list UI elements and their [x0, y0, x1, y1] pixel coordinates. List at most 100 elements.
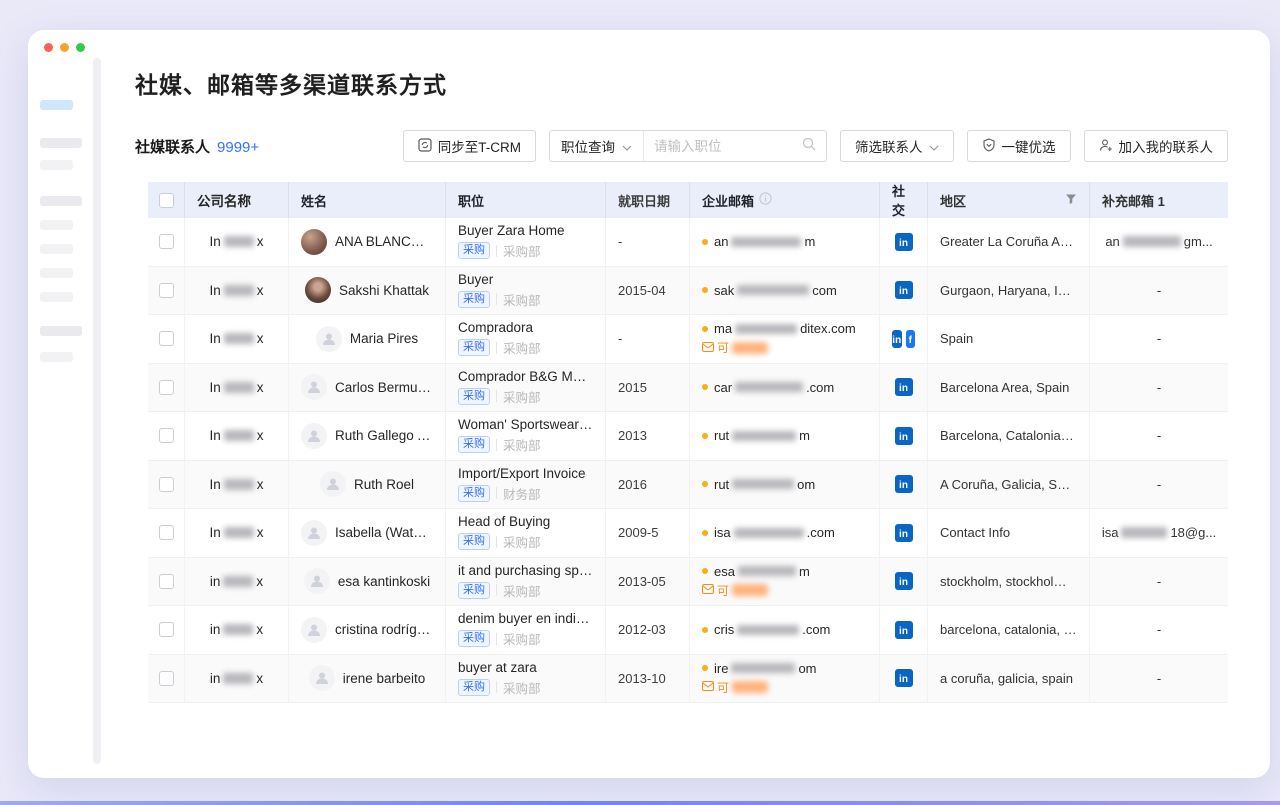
department-label: 采购部 — [503, 387, 541, 406]
tag-divider — [496, 633, 497, 645]
table-header: 公司名称 姓名 职位 就职日期 企业邮箱 社交 地区 补充邮箱 1 — [148, 182, 1228, 218]
facebook-icon[interactable]: f — [906, 330, 916, 348]
row-checkbox[interactable] — [159, 525, 174, 540]
hire-date-cell: - — [606, 315, 690, 363]
row-checkbox[interactable] — [159, 234, 174, 249]
contact-name[interactable]: Isabella (Watson) L... — [335, 525, 433, 540]
contacts-table: 公司名称 姓名 职位 就职日期 企业邮箱 社交 地区 补充邮箱 1 Inx — [148, 182, 1228, 703]
tag-divider — [496, 390, 497, 402]
extra-email-cell: angm... — [1090, 218, 1228, 266]
sidebar-skeleton-bar — [40, 244, 73, 254]
email-cell: isa.com — [690, 509, 880, 557]
column-header-name: 姓名 — [289, 182, 446, 218]
row-checkbox[interactable] — [159, 283, 174, 298]
row-checkbox[interactable] — [159, 380, 174, 395]
info-icon[interactable] — [759, 192, 772, 208]
position-title: Compradora — [458, 320, 593, 335]
contact-name[interactable]: Sakshi Khattak — [339, 283, 429, 298]
region-cell: Greater La Coruña Area — [928, 218, 1090, 266]
linkedin-icon[interactable]: in — [895, 621, 913, 639]
one-click-optimize-button[interactable]: 一键优选 — [967, 130, 1071, 162]
name-cell: Ruth Roel — [289, 461, 446, 509]
region-cell: Spain — [928, 315, 1090, 363]
department-label: 采购部 — [503, 678, 541, 697]
tag-divider — [496, 342, 497, 354]
email-cell: rutom — [690, 461, 880, 509]
name-cell: irene barbeito — [289, 655, 446, 703]
redacted-text — [732, 479, 794, 489]
email-cell: ireom 可 — [690, 655, 880, 703]
select-all-checkbox[interactable] — [159, 193, 174, 208]
filter-contacts-button[interactable]: 筛选联系人 — [840, 130, 954, 162]
linkedin-icon[interactable]: in — [895, 475, 913, 493]
email-status-dot — [702, 384, 708, 390]
app-window: 社媒、邮箱等多渠道联系方式 社媒联系人 9999+ 同步至T-CRM 职位查询 — [28, 30, 1270, 778]
contact-name[interactable]: esa kantinkoski — [338, 574, 430, 589]
email-cell: anm — [690, 218, 880, 266]
sync-to-crm-button[interactable]: 同步至T-CRM — [403, 130, 536, 162]
table-row: Inx Ruth Roel Import/Export Invoice 采购 财… — [148, 461, 1228, 510]
social-cell: in — [880, 655, 928, 703]
linkedin-icon[interactable]: in — [895, 572, 913, 590]
close-window-icon[interactable] — [44, 43, 53, 52]
name-cell: Ruth Gallego Agulló — [289, 412, 446, 460]
extra-email-cell: - — [1090, 412, 1228, 460]
email-status-dot — [702, 287, 708, 293]
extra-email-cell: - — [1090, 267, 1228, 315]
position-search-input[interactable] — [654, 139, 796, 154]
contact-name[interactable]: Carlos Bermudo Cr... — [335, 380, 433, 395]
filter-funnel-icon[interactable] — [1065, 193, 1077, 208]
position-title: denim buyer en inditex — [458, 611, 593, 626]
linkedin-icon[interactable]: in — [895, 669, 913, 687]
email-cell: car.com — [690, 364, 880, 412]
social-cell: in — [880, 509, 928, 557]
avatar — [316, 326, 342, 352]
position-cell: Head of Buying 采购 采购部 — [446, 509, 606, 557]
redacted-text — [734, 528, 804, 538]
email-cell: esam 可 — [690, 558, 880, 606]
row-checkbox[interactable] — [159, 477, 174, 492]
linkedin-icon[interactable]: in — [895, 378, 913, 396]
row-checkbox[interactable] — [159, 331, 174, 346]
position-title: Woman' Sportswear Bu... — [458, 417, 593, 432]
maximize-window-icon[interactable] — [76, 43, 85, 52]
row-checkbox[interactable] — [159, 671, 174, 686]
email-status-dot — [702, 568, 708, 574]
purchase-tag: 采购 — [458, 436, 490, 453]
contact-name[interactable]: Ruth Roel — [354, 477, 414, 492]
position-query-dropdown[interactable]: 职位查询 — [550, 131, 644, 161]
company-cell: inx — [185, 558, 289, 606]
department-label: 财务部 — [503, 484, 541, 503]
email-status-dot — [702, 433, 708, 439]
deliverable-badge: 可 — [702, 679, 867, 696]
table-row: Inx ANA BLANCO REY Buyer Zara Home 采购 采购… — [148, 218, 1228, 267]
company-cell: Inx — [185, 218, 289, 266]
position-cell: Comprador B&G Massi... 采购 采购部 — [446, 364, 606, 412]
search-icon[interactable] — [802, 137, 816, 156]
linkedin-icon[interactable]: in — [895, 524, 913, 542]
minimize-window-icon[interactable] — [60, 43, 69, 52]
position-cell: it and purchasing speci... 采购 采购部 — [446, 558, 606, 606]
region-cell: barcelona, catalonia, sp... — [928, 606, 1090, 654]
contact-name[interactable]: Ruth Gallego Agulló — [335, 428, 433, 443]
linkedin-icon[interactable]: in — [892, 330, 902, 348]
linkedin-icon[interactable]: in — [895, 281, 913, 299]
contact-name[interactable]: irene barbeito — [343, 671, 426, 686]
row-checkbox[interactable] — [159, 622, 174, 637]
contact-name[interactable]: cristina rodríguez — [335, 622, 433, 637]
department-label: 采购部 — [503, 338, 541, 357]
contact-name[interactable]: Maria Pires — [350, 331, 418, 346]
linkedin-icon[interactable]: in — [895, 233, 913, 251]
email-cell: maditex.com 可 — [690, 315, 880, 363]
email-status-dot — [702, 326, 708, 332]
row-checkbox[interactable] — [159, 428, 174, 443]
linkedin-icon[interactable]: in — [895, 427, 913, 445]
avatar — [305, 277, 331, 303]
window-controls — [44, 43, 85, 52]
department-label: 采购部 — [503, 629, 541, 648]
deliverable-badge: 可 — [702, 339, 867, 356]
contact-name[interactable]: ANA BLANCO REY — [335, 234, 433, 249]
position-cell: buyer at zara 采购 采购部 — [446, 655, 606, 703]
row-checkbox[interactable] — [159, 574, 174, 589]
add-to-my-contacts-button[interactable]: 加入我的联系人 — [1084, 130, 1229, 162]
